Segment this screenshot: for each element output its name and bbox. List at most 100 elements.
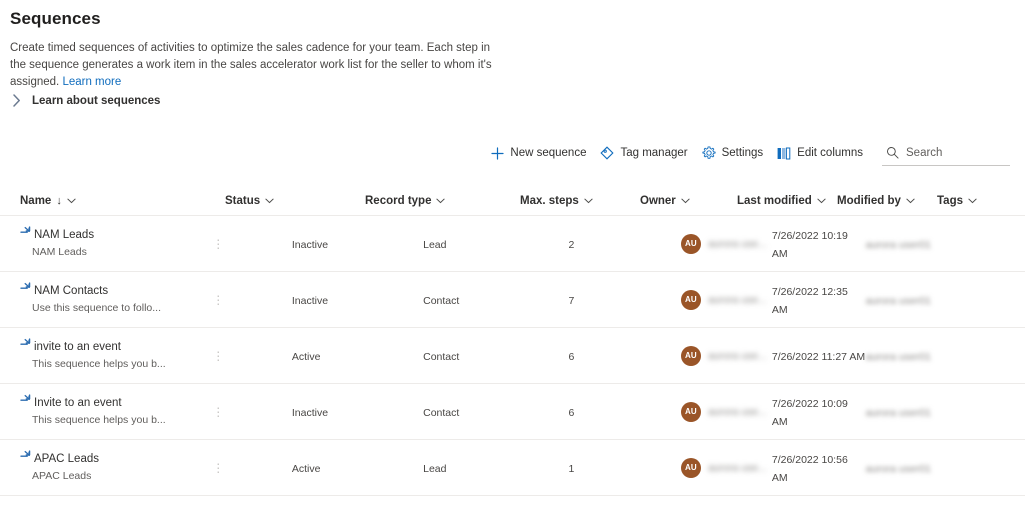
- status-badge: Active: [291, 350, 321, 363]
- column-header-record-type-label: Record type: [365, 194, 432, 207]
- new-sequence-button[interactable]: New sequence: [484, 139, 593, 167]
- more-vertical-icon[interactable]: ⋮: [212, 461, 224, 475]
- chevron-down-icon[interactable]: [817, 197, 826, 204]
- row-name: NAM Contacts: [34, 285, 109, 297]
- chevron-down-icon[interactable]: [906, 197, 915, 204]
- cell-record-type: Contact: [423, 347, 568, 365]
- avatar: AU: [680, 289, 701, 310]
- modified-by-value: aurora user01: [865, 294, 931, 307]
- record-type-value: Lead: [423, 462, 447, 475]
- chevron-down-icon[interactable]: [584, 197, 593, 204]
- record-type-value: Contact: [423, 350, 460, 363]
- more-vertical-icon[interactable]: ⋮: [212, 405, 224, 419]
- max-steps-value: 6: [568, 406, 575, 419]
- avatar: AU: [680, 457, 701, 478]
- column-header-last-modified-label: Last modified: [737, 194, 812, 207]
- learn-more-link[interactable]: Learn more: [62, 76, 121, 88]
- sequence-icon: [20, 393, 32, 411]
- table-row[interactable]: NAM Leads NAM Leads ⋮ Inactive Lead 2 AU…: [0, 216, 1025, 272]
- learn-about-sequences-toggle[interactable]: Learn about sequences: [10, 94, 160, 107]
- cell-name: invite to an event This sequence helps y…: [20, 338, 212, 370]
- more-vertical-icon[interactable]: ⋮: [212, 237, 224, 251]
- settings-label: Settings: [721, 147, 764, 159]
- cell-owner: AU aurora use...: [680, 345, 772, 366]
- edit-columns-label: Edit columns: [797, 147, 863, 159]
- modified-by-value: aurora user01: [865, 462, 931, 475]
- new-sequence-label: New sequence: [510, 147, 587, 159]
- cell-status: Active: [292, 459, 423, 477]
- column-header-status[interactable]: Status: [225, 186, 365, 215]
- chevron-down-icon[interactable]: [436, 197, 446, 204]
- column-header-modified-by-label: Modified by: [837, 194, 901, 207]
- cell-last-modified: 7/26/2022 11:27 AM: [772, 347, 866, 365]
- column-header-modified-by[interactable]: Modified by: [837, 186, 937, 215]
- cell-last-modified: 7/26/2022 12:35 AM: [772, 282, 866, 318]
- cell-owner: AU aurora use...: [680, 289, 772, 310]
- tag-icon: [600, 146, 615, 160]
- column-header-name[interactable]: Name ↓: [20, 186, 225, 215]
- plus-icon: [491, 146, 504, 160]
- search-icon: [886, 146, 899, 159]
- row-subtitle: Use this sequence to follo...: [32, 302, 161, 314]
- chevron-down-icon[interactable]: [681, 197, 690, 204]
- cell-max-steps: 6: [568, 403, 681, 421]
- column-header-max-steps-label: Max. steps: [520, 194, 579, 207]
- search-box[interactable]: Search: [882, 140, 1010, 166]
- page-description: Create timed sequences of activities to …: [10, 40, 505, 91]
- cell-status: Inactive: [292, 235, 423, 253]
- owner-name: aurora use...: [707, 461, 767, 474]
- owner-name: aurora use...: [707, 293, 767, 306]
- cell-modified-by: aurora user01: [866, 403, 960, 421]
- max-steps-value: 2: [568, 238, 575, 251]
- column-header-max-steps[interactable]: Max. steps: [520, 186, 640, 215]
- status-badge: Active: [291, 462, 321, 475]
- more-vertical-icon[interactable]: ⋮: [212, 349, 224, 363]
- search-input[interactable]: Search: [906, 147, 942, 159]
- column-header-last-modified[interactable]: Last modified: [737, 186, 837, 215]
- sequence-icon: [20, 449, 32, 467]
- sequences-page: Sequences Create timed sequences of acti…: [0, 0, 1025, 505]
- tag-manager-button[interactable]: Tag manager: [593, 139, 694, 167]
- row-subtitle: This sequence helps you b...: [32, 358, 166, 370]
- owner-name: aurora use...: [707, 405, 767, 418]
- row-subtitle: APAC Leads: [32, 470, 92, 482]
- table-row[interactable]: APAC Leads APAC Leads ⋮ Active Lead 1 AU…: [0, 440, 1025, 496]
- row-name: NAM Leads: [34, 229, 95, 241]
- table-row[interactable]: NAM Contacts Use this sequence to follo.…: [0, 272, 1025, 328]
- edit-columns-icon: [777, 147, 791, 160]
- column-header-tags[interactable]: Tags: [937, 186, 1007, 215]
- modified-by-value: aurora user01: [865, 406, 931, 419]
- more-vertical-icon[interactable]: ⋮: [212, 293, 224, 307]
- cell-owner: AU aurora use...: [680, 233, 772, 254]
- cell-max-steps: 6: [568, 347, 681, 365]
- cell-name: NAM Contacts Use this sequence to follo.…: [20, 282, 212, 314]
- avatar: AU: [680, 233, 701, 254]
- chevron-down-icon[interactable]: [265, 197, 274, 204]
- cell-record-type: Lead: [423, 235, 568, 253]
- chevron-down-icon[interactable]: [968, 197, 977, 204]
- owner-name: aurora use...: [707, 349, 767, 362]
- cell-modified-by: aurora user01: [866, 235, 960, 253]
- cell-row-menu: ⋮: [212, 235, 292, 253]
- table-body: NAM Leads NAM Leads ⋮ Inactive Lead 2 AU…: [0, 216, 1025, 496]
- cell-last-modified: 7/26/2022 10:09 AM: [772, 394, 866, 430]
- gear-icon: [702, 146, 716, 160]
- sort-descending-icon: ↓: [56, 194, 62, 207]
- table-row[interactable]: Invite to an event This sequence helps y…: [0, 384, 1025, 440]
- row-name: APAC Leads: [34, 453, 99, 465]
- cell-status: Inactive: [292, 403, 423, 421]
- chevron-down-icon[interactable]: [67, 197, 76, 204]
- modified-by-value: aurora user01: [865, 238, 931, 251]
- table-row[interactable]: invite to an event This sequence helps y…: [0, 328, 1025, 384]
- column-header-owner[interactable]: Owner: [640, 186, 737, 215]
- tag-manager-label: Tag manager: [620, 147, 688, 159]
- row-name: Invite to an event: [34, 397, 122, 409]
- row-subtitle: NAM Leads: [32, 246, 87, 258]
- settings-button[interactable]: Settings: [695, 139, 771, 167]
- command-bar: New sequence Tag manager Settings Edit c…: [0, 138, 1025, 168]
- sequence-icon: [20, 337, 32, 355]
- column-header-record-type[interactable]: Record type: [365, 186, 520, 215]
- edit-columns-button[interactable]: Edit columns: [770, 139, 870, 167]
- row-name: invite to an event: [34, 341, 121, 353]
- cell-name: Invite to an event This sequence helps y…: [20, 394, 212, 426]
